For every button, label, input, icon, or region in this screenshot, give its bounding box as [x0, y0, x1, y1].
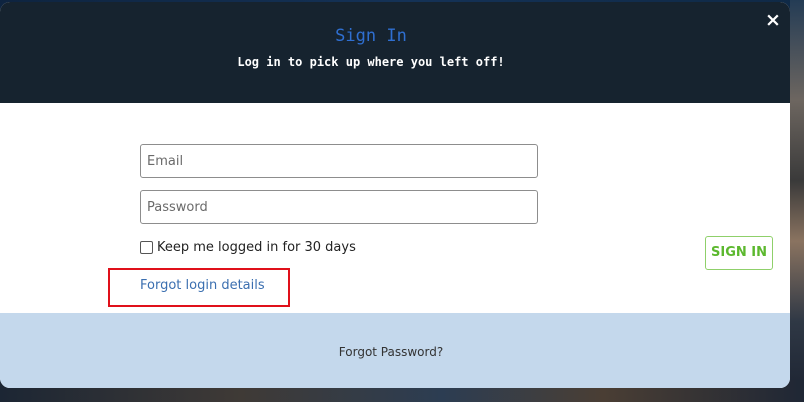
modal-subtitle: Log in to pick up where you left off!	[237, 55, 505, 69]
password-field[interactable]	[140, 190, 538, 224]
sign-in-modal: Sign In Log in to pick up where you left…	[0, 2, 790, 388]
backdrop-right	[790, 0, 804, 402]
remember-me-row: Keep me logged in for 30 days	[140, 238, 356, 256]
modal-title: Sign In	[335, 26, 407, 46]
forgot-login-link[interactable]: Forgot login details	[140, 278, 265, 293]
email-field[interactable]	[140, 144, 538, 178]
modal-header: Sign In Log in to pick up where you left…	[0, 2, 790, 103]
modal-footer: Forgot Password?	[0, 313, 790, 388]
close-icon[interactable]: ×	[762, 10, 784, 32]
forgot-password-text: Forgot Password?	[338, 345, 444, 359]
remember-me-label: Keep me logged in for 30 days	[157, 239, 356, 255]
remember-me-checkbox[interactable]	[140, 240, 153, 254]
sign-in-button[interactable]: SIGN IN	[705, 236, 773, 270]
